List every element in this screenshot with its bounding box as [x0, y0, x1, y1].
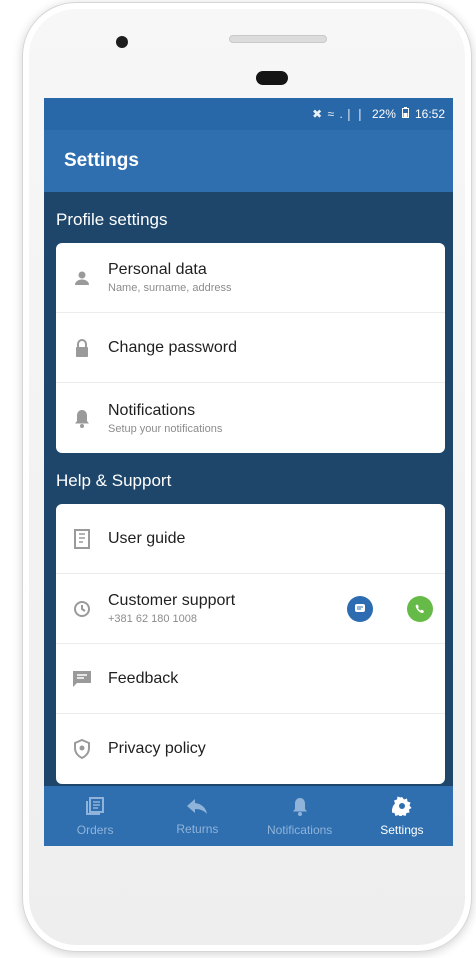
feedback-icon: [56, 670, 108, 688]
settings-item-customer-support[interactable]: Customer support +381 62 180 1008: [56, 574, 445, 644]
orders-icon: [85, 796, 105, 819]
nav-label: Returns: [176, 821, 219, 836]
nav-returns[interactable]: Returns: [147, 797, 247, 836]
lock-icon: [56, 338, 108, 358]
book-icon: [56, 528, 108, 549]
help-support-card: User guide Customer support +381 62 180 …: [56, 504, 445, 784]
settings-item-title: Feedback: [108, 669, 179, 687]
bell-icon: [56, 408, 108, 428]
support-phone-number: +381 62 180 1008: [108, 613, 198, 625]
section-title-help: Help & Support: [56, 471, 172, 490]
support-actions: [347, 596, 433, 622]
settings-item-title: Customer support: [108, 592, 236, 609]
reply-icon: [186, 797, 208, 818]
battery-icon: [401, 107, 409, 121]
battery-level: 22%: [371, 107, 396, 121]
status-bar: ✖ ≈ .❘❘ 22% 16:52: [44, 98, 453, 130]
person-icon: [56, 269, 108, 287]
nav-settings[interactable]: Settings: [352, 796, 452, 837]
settings-item-subtitle: Setup your notifications: [108, 422, 223, 435]
settings-item-title: User guide: [108, 529, 186, 547]
settings-item-subtitle: Name, surname, address: [108, 282, 232, 294]
call-button[interactable]: [407, 596, 433, 622]
bell-icon: [291, 796, 309, 819]
profile-settings-card: Personal data Name, surname, address Cha…: [56, 243, 445, 453]
nav-label: Orders: [76, 822, 114, 837]
nav-notifications[interactable]: Notifications: [250, 796, 350, 837]
proximity-sensor: [256, 71, 288, 85]
settings-item-personal-data[interactable]: Personal data Name, surname, address: [56, 243, 445, 313]
settings-item-user-guide[interactable]: User guide: [56, 504, 445, 574]
app-bar: Settings: [44, 130, 453, 192]
chat-button[interactable]: [347, 596, 373, 622]
settings-item-title: Personal data: [108, 261, 207, 278]
gear-icon: [391, 796, 412, 819]
headset-icon: [56, 600, 108, 618]
settings-item-notifications[interactable]: Notifications Setup your notifications: [56, 383, 445, 453]
nav-orders[interactable]: Orders: [45, 796, 145, 837]
nav-label: Settings: [380, 822, 424, 837]
section-title-profile: Profile settings: [56, 210, 168, 229]
settings-item-privacy-policy[interactable]: Privacy policy: [56, 714, 445, 784]
shield-icon: [56, 739, 108, 759]
camera-dot: [116, 36, 128, 48]
settings-item-feedback[interactable]: Feedback: [56, 644, 445, 714]
signal-icons: ✖ ≈ .❘❘: [312, 107, 366, 121]
page-title: Settings: [64, 150, 139, 171]
settings-item-change-password[interactable]: Change password: [56, 313, 445, 383]
speaker-grille: [229, 35, 327, 43]
bottom-navigation: Orders Returns Notifications Settings: [44, 786, 453, 846]
settings-item-title: Privacy policy: [108, 740, 206, 757]
nav-label: Notifications: [266, 822, 333, 837]
clock: 16:52: [414, 107, 445, 121]
settings-item-title: Change password: [108, 338, 237, 356]
settings-item-title: Notifications: [108, 401, 196, 419]
app-screen: ✖ ≈ .❘❘ 22% 16:52 Settings Profile setti…: [44, 98, 453, 846]
